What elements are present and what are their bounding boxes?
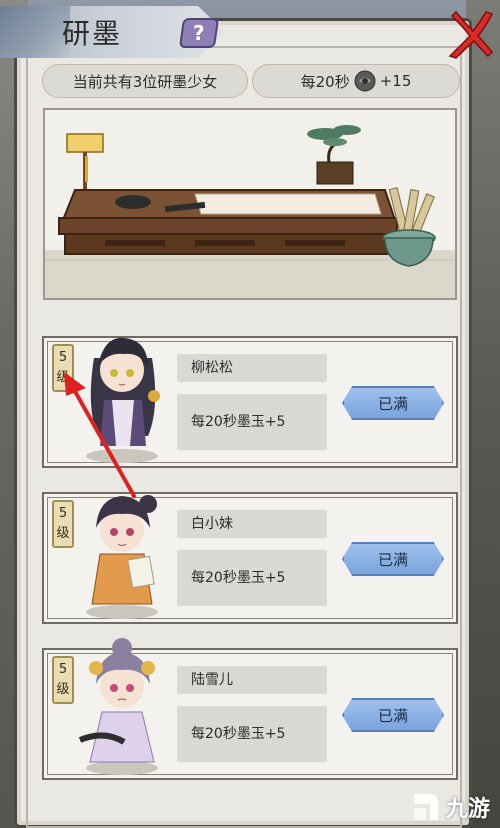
- ink-rate-suffix: +15: [379, 72, 412, 90]
- nine-game-logo-icon: [413, 794, 438, 820]
- red-x-close-icon: [448, 10, 494, 59]
- page-title: 研墨: [62, 17, 123, 50]
- character-portrait: [78, 638, 158, 775]
- close-button[interactable]: [444, 6, 494, 60]
- ink-stone-icon: [354, 70, 376, 92]
- girl-count-pill: 当前共有3位研墨少女: [42, 64, 248, 98]
- character-portrait: [86, 337, 160, 463]
- ink-rate-pill: 每20秒 +15: [252, 64, 460, 98]
- character-rate: 每20秒墨玉+5: [177, 550, 327, 606]
- study-room-illustration: [45, 110, 455, 298]
- status-full-button[interactable]: 已满: [342, 698, 444, 732]
- character-name: 白小妹: [177, 510, 327, 538]
- girl-count-text: 当前共有3位研墨少女: [72, 72, 218, 91]
- help-button[interactable]: ?: [178, 18, 220, 48]
- ink-rate-prefix: 每20秒: [300, 72, 350, 91]
- character-card[interactable]: 5 级 白小妹 每20秒墨玉+5 已满: [42, 492, 458, 624]
- study-room-scene: [43, 108, 457, 300]
- character-rate: 每20秒墨玉+5: [177, 706, 327, 762]
- watermark-logo: 九游: [408, 790, 490, 824]
- writing-desk-icon: [58, 189, 398, 255]
- watermark-text: 九游: [445, 797, 490, 822]
- character-name: 柳松松: [177, 354, 327, 382]
- character-card[interactable]: 5 级 柳松松 每20秒墨玉+5 已满: [42, 336, 458, 468]
- status-full-button[interactable]: 已满: [342, 386, 444, 420]
- character-name: 陆雪儿: [177, 666, 327, 694]
- question-mark-icon: ?: [193, 21, 205, 45]
- character-rate: 每20秒墨玉+5: [177, 394, 327, 450]
- status-full-button[interactable]: 已满: [342, 542, 444, 576]
- character-card[interactable]: 5 级 陆雪儿 每20秒墨玉+5 已满: [42, 638, 458, 780]
- character-portrait: [86, 495, 158, 619]
